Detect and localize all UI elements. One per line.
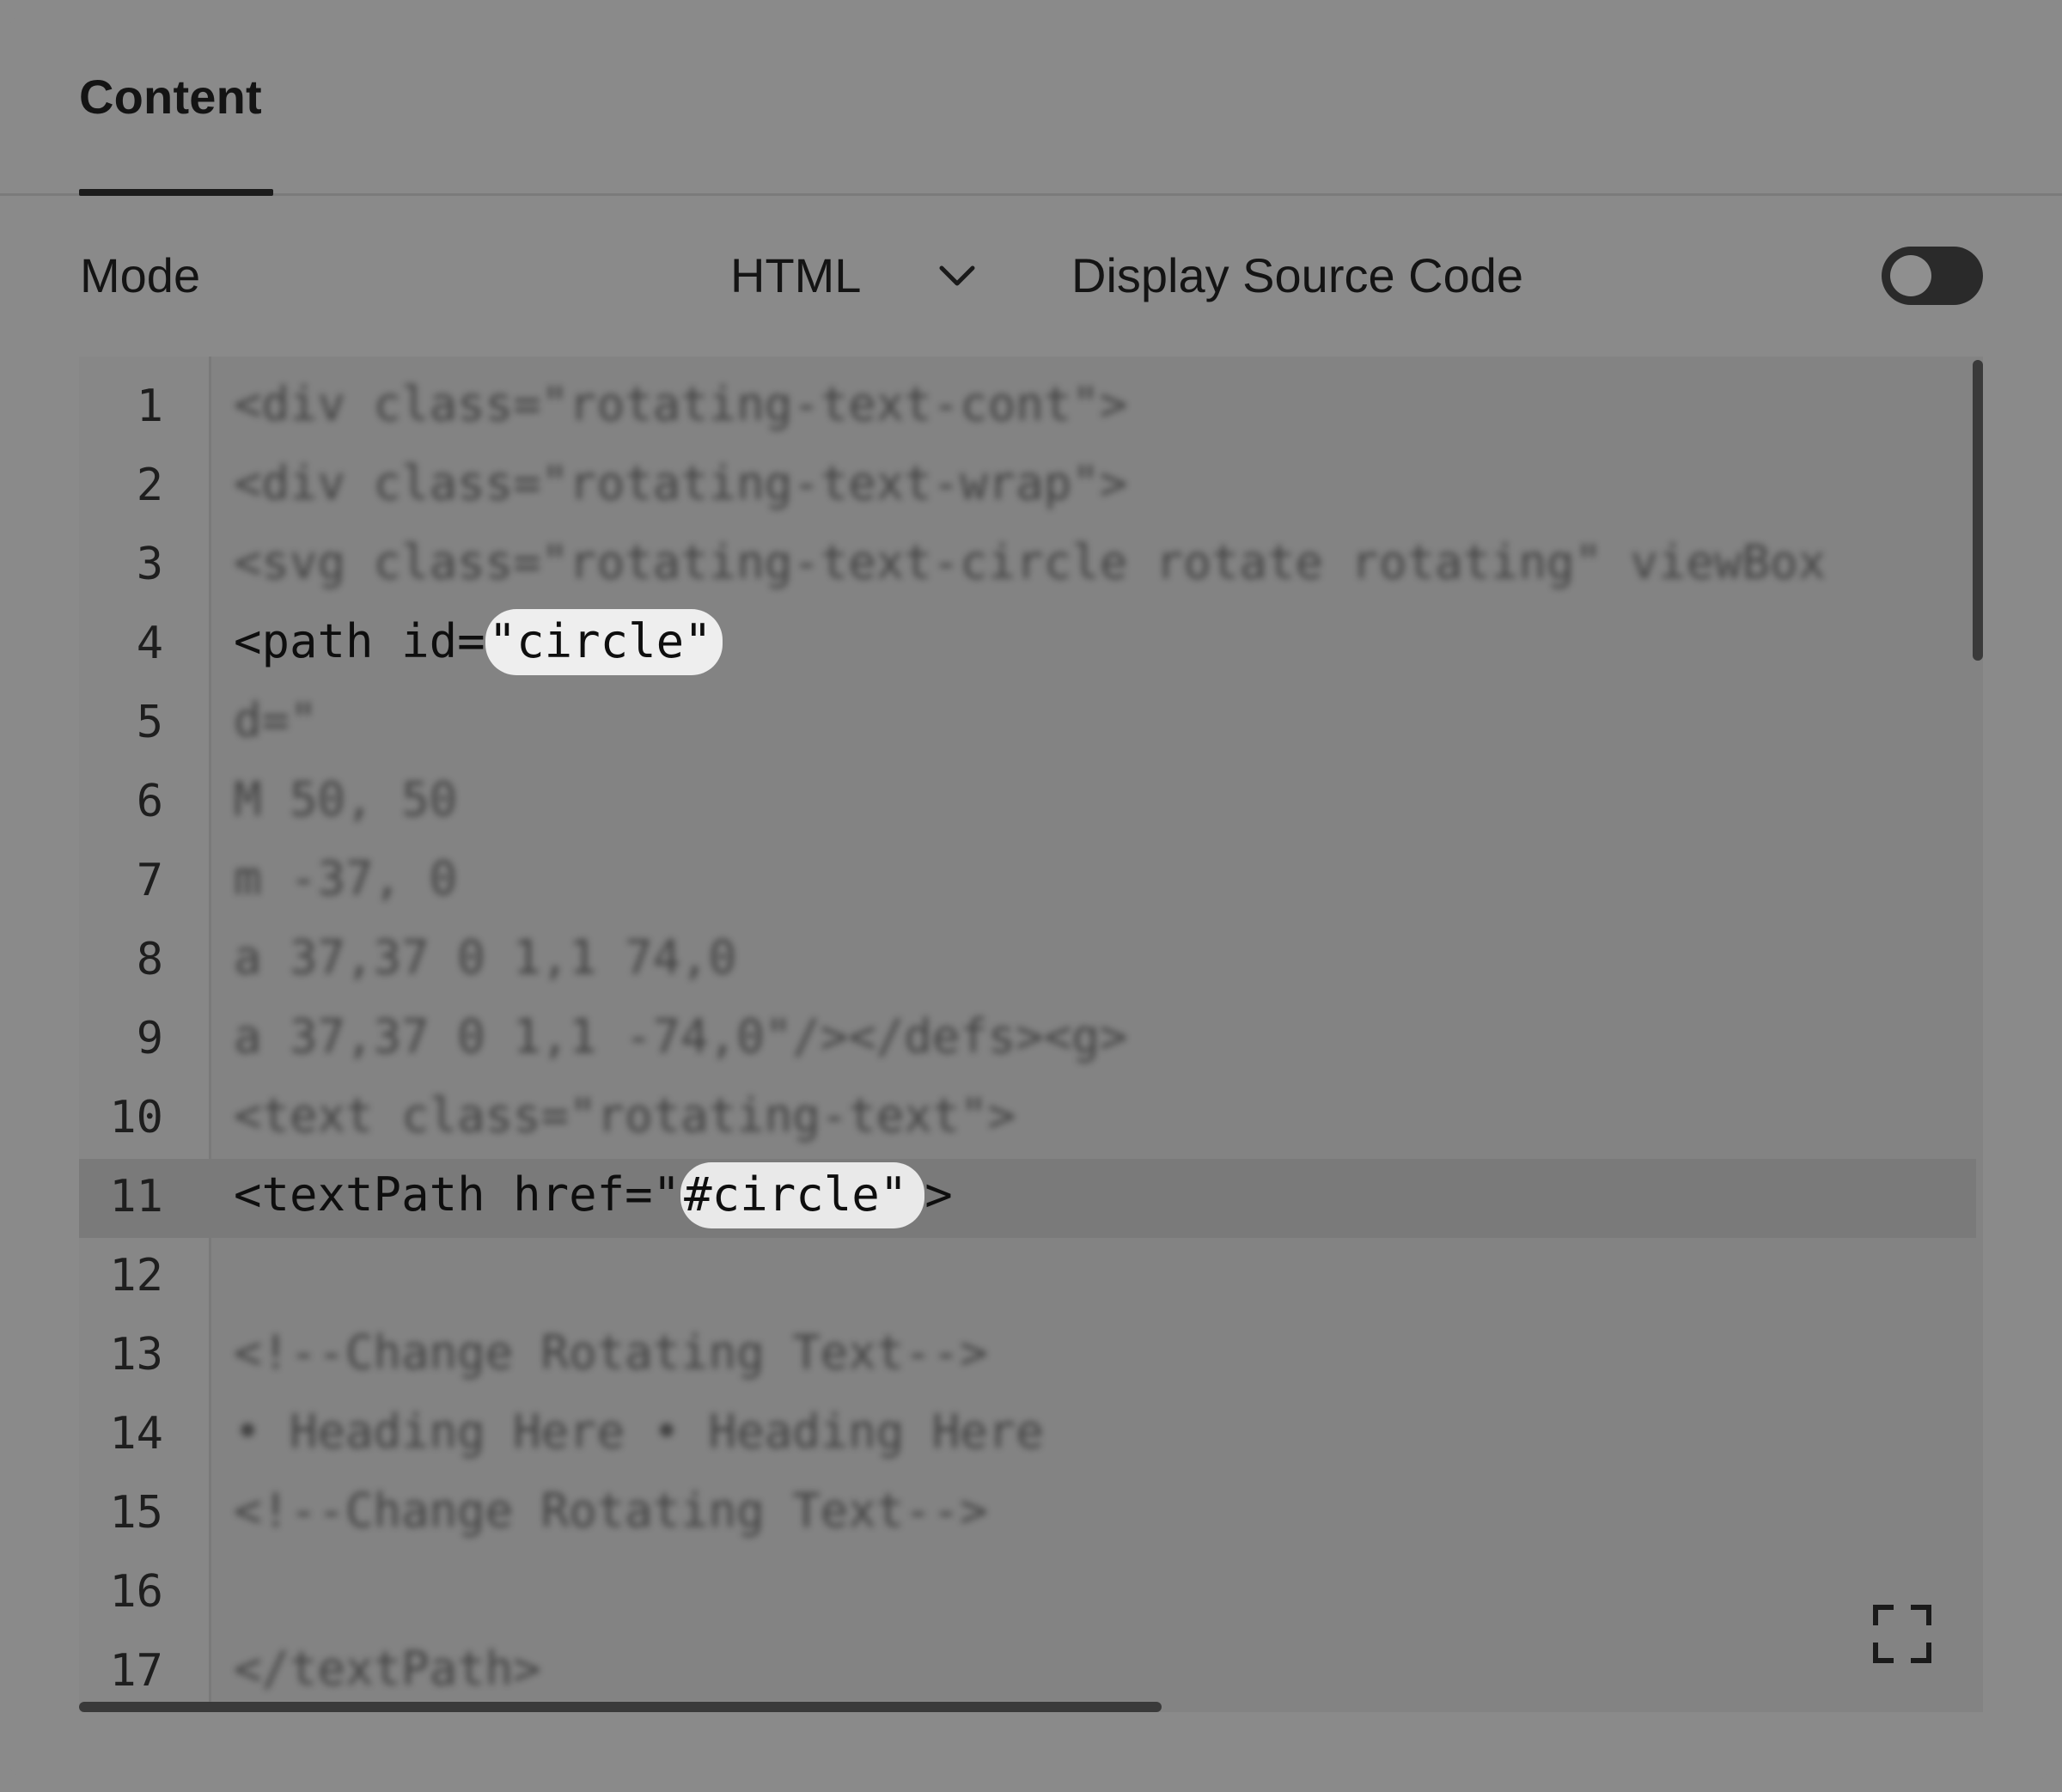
code-line[interactable]: 8 a 37,37 0 1,1 74,0 <box>79 922 1976 1001</box>
tab-content[interactable]: Content <box>79 69 262 196</box>
content-panel: Content Mode HTML Display Source Code 1 <… <box>0 0 2062 1792</box>
code-line[interactable]: 17 </textPath> <box>79 1633 1976 1712</box>
code-line[interactable]: 10 <text class="rotating-text"> <box>79 1080 1976 1159</box>
line-code: </textPath> <box>234 1642 541 1696</box>
tab-bar: Content <box>0 0 2062 196</box>
code-line[interactable]: 3 <svg class="rotating-text-circle rotate… <box>79 527 1976 606</box>
display-source-toggle[interactable] <box>1882 247 1983 305</box>
code-line[interactable]: 7 m -37, 0 <box>79 843 1976 922</box>
code-text: > <box>924 1167 953 1222</box>
code-text: <path id= <box>234 614 485 668</box>
line-number: 2 <box>136 460 163 511</box>
line-number: 5 <box>136 697 163 748</box>
code-line[interactable]: 15 <!--Change Rotating Text--> <box>79 1475 1976 1554</box>
line-number: 16 <box>109 1566 163 1618</box>
chevron-down-icon <box>939 265 975 286</box>
mode-select[interactable]: HTML <box>730 241 988 309</box>
active-tab-indicator <box>79 189 273 196</box>
vertical-scrollbar[interactable] <box>1973 360 1983 661</box>
line-code: a 37,37 0 1,1 74,0 <box>234 930 737 984</box>
highlighted-code: "circle" <box>485 609 723 675</box>
code-line[interactable]: 6 M 50, 50 <box>79 764 1976 843</box>
code-text: <textPath href=" <box>234 1167 681 1222</box>
line-number: 3 <box>136 539 163 590</box>
line-code: <text class="rotating-text"> <box>234 1088 1016 1143</box>
code-line[interactable]: 14 • Heading Here • Heading Here <box>79 1396 1976 1475</box>
code-line[interactable]: 16 <box>79 1554 1976 1633</box>
toggle-knob <box>1890 255 1931 296</box>
line-number: 8 <box>136 934 163 985</box>
line-code: <!--Change Rotating Text--> <box>234 1326 988 1380</box>
code-line[interactable]: 2 <div class="rotating-text-wrap"> <box>79 448 1976 527</box>
mode-select-value: HTML <box>730 247 862 302</box>
code-line[interactable]: 4 <path id="circle" <box>79 606 1976 685</box>
line-number: 6 <box>136 776 163 827</box>
line-number: 9 <box>136 1013 163 1064</box>
line-code: <textPath href="#circle" > <box>234 1162 953 1228</box>
horizontal-scrollbar[interactable] <box>79 1702 1162 1712</box>
highlighted-code: #circle" <box>680 1162 925 1228</box>
line-code: <div class="rotating-text-cont"> <box>234 377 1128 431</box>
line-code: a 37,37 0 1,1 -74,0"/></defs><g> <box>234 1009 1128 1064</box>
line-number: 7 <box>136 855 163 906</box>
line-number: 14 <box>109 1408 163 1460</box>
line-code: <path id="circle" <box>234 609 723 675</box>
code-line[interactable]: 5 d=" <box>79 685 1976 764</box>
code-line[interactable]: 9 a 37,37 0 1,1 -74,0"/></defs><g> <box>79 1001 1976 1080</box>
line-code: <!--Change Rotating Text--> <box>234 1484 988 1538</box>
code-line[interactable]: 11 <textPath href="#circle" > <box>79 1159 1976 1238</box>
line-number: 12 <box>109 1250 163 1301</box>
line-code: <div class="rotating-text-wrap"> <box>234 456 1128 510</box>
code-line[interactable]: 13 <!--Change Rotating Text--> <box>79 1317 1976 1396</box>
line-number: 1 <box>136 381 163 432</box>
mode-label: Mode <box>80 248 201 302</box>
line-number: 17 <box>109 1645 163 1697</box>
line-number: 15 <box>109 1487 163 1539</box>
line-number: 13 <box>109 1329 163 1381</box>
line-code: d=" <box>234 693 318 747</box>
expand-icon[interactable] <box>1872 1604 1932 1664</box>
display-source-label: Display Source Code <box>1071 248 1524 302</box>
line-number: 4 <box>136 618 163 669</box>
code-editor[interactable]: 1 <div class="rotating-text-cont"> 2 <div c… <box>79 357 1983 1712</box>
line-number: 10 <box>109 1092 163 1143</box>
line-code: m -37, 0 <box>234 851 458 905</box>
line-code: M 50, 50 <box>234 772 458 826</box>
line-code: • Heading Here • Heading Here <box>234 1405 1044 1459</box>
line-code: <svg class="rotating-text-circle rotate … <box>234 535 1827 589</box>
code-line[interactable]: 12 <box>79 1238 1976 1317</box>
code-line[interactable]: 1 <div class="rotating-text-cont"> <box>79 369 1976 448</box>
line-number: 11 <box>109 1171 163 1222</box>
